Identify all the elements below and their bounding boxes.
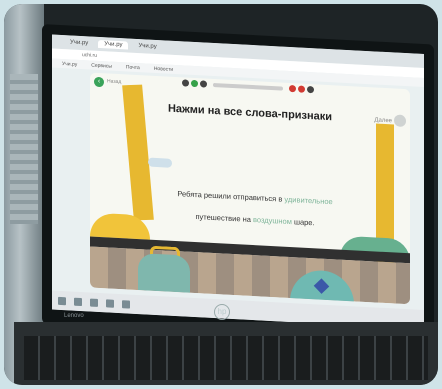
progress-dot — [182, 79, 189, 87]
progress-dot-correct — [191, 79, 198, 88]
word-token[interactable]: шаре. — [292, 217, 315, 227]
bookmark-item[interactable]: Новости — [154, 65, 173, 72]
bag-character — [138, 253, 190, 293]
task-title: Нажми на все слова-признаки — [167, 102, 333, 124]
taskbar-app-icon[interactable] — [90, 298, 98, 307]
bookmark-item[interactable]: Учи.ру — [62, 61, 77, 68]
start-icon[interactable] — [58, 296, 66, 305]
word-token-highlighted[interactable]: воздушном — [253, 215, 292, 226]
exercise-card: ‹ Назад Далее Нажми на все слова-признак… — [90, 72, 410, 305]
photo-frame: Учи.ру Учи.ру Учи.ру uchi.ru Учи.ру Серв… — [4, 4, 438, 385]
laptop-brand-label: Lenovo — [64, 313, 84, 319]
progress-indicator — [182, 79, 314, 94]
progress-dot-wrong — [289, 84, 296, 93]
taskbar-app-icon[interactable] — [74, 297, 82, 306]
progress-bar — [213, 82, 283, 91]
cloud-decoration — [148, 157, 172, 168]
keyboard-keys — [24, 336, 428, 380]
word-token[interactable]: Ребята решили отправиться в — [177, 189, 284, 204]
help-icon[interactable] — [394, 114, 406, 128]
laptop-screen-bezel: Учи.ру Учи.ру Учи.ру uchi.ru Учи.ру Серв… — [42, 24, 434, 345]
browser-tab-active[interactable]: Учи.ру — [98, 39, 129, 50]
taskbar-app-icon[interactable] — [122, 299, 130, 309]
browser-tab[interactable]: Учи.ру — [138, 43, 156, 50]
progress-dot-wrong — [298, 85, 305, 93]
progress-dot — [200, 80, 207, 88]
browser-tab[interactable]: Учи.ру — [70, 39, 88, 46]
back-label[interactable]: Назад — [107, 78, 121, 85]
bookmark-item[interactable]: Почта — [126, 64, 140, 71]
task-sentence: Ребята решили отправиться в удивительное… — [150, 182, 360, 237]
word-token[interactable]: путешествие на — [195, 212, 253, 224]
progress-dot — [307, 85, 314, 94]
word-token-highlighted[interactable]: удивительное — [284, 195, 332, 207]
taskbar-app-icon[interactable] — [106, 298, 114, 308]
bookmark-item[interactable]: Сервисы — [91, 62, 112, 69]
back-button[interactable]: ‹ — [94, 76, 104, 88]
hp-logo-icon: hp — [214, 304, 230, 320]
laptop-screen: Учи.ру Учи.ру Учи.ру uchi.ru Учи.ру Серв… — [52, 34, 424, 330]
